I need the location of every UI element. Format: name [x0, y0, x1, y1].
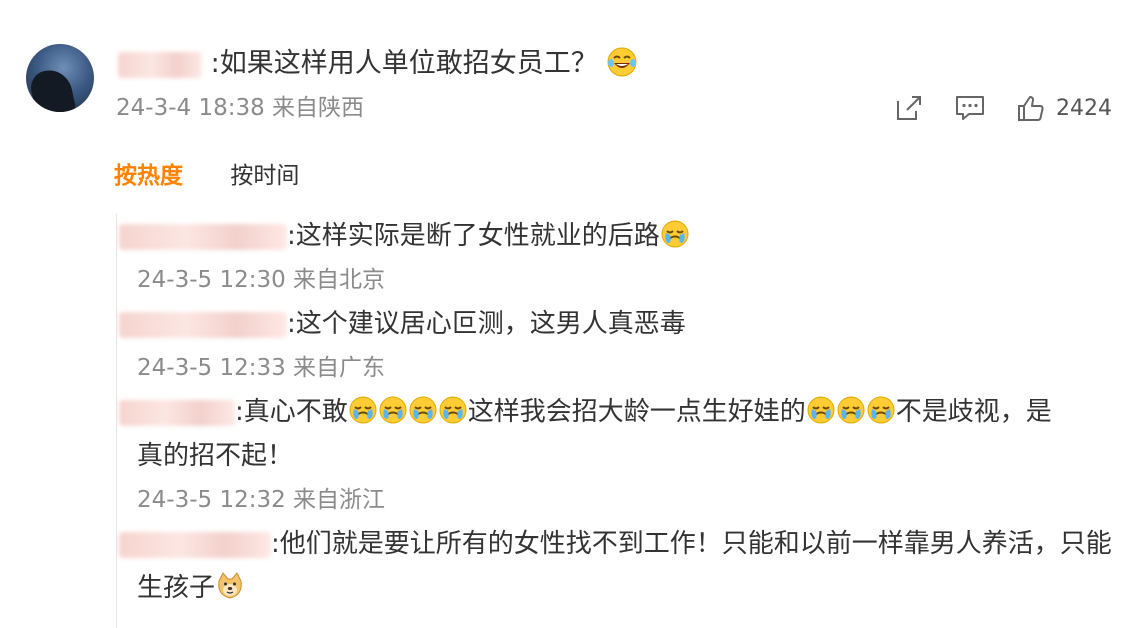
username-redacted[interactable]	[118, 51, 202, 78]
like-count: 2424	[1056, 95, 1112, 121]
cry-emoji-icon	[837, 396, 865, 424]
sort-tabs: 按热度 按时间	[114, 156, 299, 196]
reply-text-continued: 这样我会招大龄一点生好娃的	[467, 397, 806, 427]
thumbs-up-icon	[1018, 96, 1044, 121]
list-item: :这样实际是断了女性就业的后路 24-3-5 12:30 来自北京	[119, 214, 1122, 302]
reply-line-2: 真的招不起！	[137, 441, 294, 471]
username-redacted[interactable]	[119, 311, 287, 338]
doge-emoji-icon	[218, 572, 242, 599]
reply-line: :真心不敢 这样我会招大龄一点生好娃的 不是歧视，是	[119, 390, 1122, 434]
post-meta: 24-3-4 18:38 来自陕西	[116, 95, 365, 121]
reply-line: :这样实际是断了女性就业的后路	[119, 214, 1122, 258]
laugh-cry-emoji-icon	[607, 47, 637, 77]
reply-line: :这个建议居心叵测，这男人真恶毒	[119, 302, 1122, 346]
avatar-silhouette	[27, 66, 77, 112]
reply-text: :这样实际是断了女性就业的后路	[287, 221, 660, 251]
cry-emoji-icon	[867, 396, 895, 424]
tab-by-time[interactable]: 按时间	[230, 163, 299, 189]
reply-meta: 24-3-5 12:30 来自北京	[137, 267, 386, 293]
tab-by-hotness[interactable]: 按热度	[114, 163, 183, 189]
cry-emoji-icon	[409, 396, 437, 424]
username-redacted[interactable]	[119, 531, 271, 558]
share-button[interactable]	[894, 93, 924, 123]
reply-list: :这样实际是断了女性就业的后路 24-3-5 12:30 来自北京 :这个建议居…	[116, 214, 1122, 628]
list-item: :他们就是要让所有的女性找不到工作！只能和以前一样靠男人养活，只能 生孩子	[119, 522, 1122, 610]
reply-text: :这个建议居心叵测，这男人真恶毒	[287, 309, 686, 339]
post-actions: 2424	[864, 88, 1112, 128]
comment-button[interactable]	[954, 93, 986, 123]
cry-emoji-icon	[807, 396, 835, 424]
cry-emoji-icon	[349, 396, 377, 424]
username-redacted[interactable]	[119, 399, 235, 426]
list-item: :这个建议居心叵测，这男人真恶毒 24-3-5 12:33 来自广东	[119, 302, 1122, 390]
avatar[interactable]	[26, 44, 94, 112]
cry-emoji-icon	[379, 396, 407, 424]
share-icon	[897, 96, 921, 120]
username-redacted[interactable]	[119, 223, 287, 250]
post-line: :如果这样用人单位敢招女员工？	[118, 42, 638, 86]
list-item: :真心不敢 这样我会招大龄一点生好娃的 不是歧视，是 真的招不起！ 24-3-5 1…	[119, 390, 1122, 522]
reply-text-continued: 生孩子	[137, 573, 216, 603]
reply-text-end: 不是歧视，是	[895, 397, 1052, 427]
reply-text: :他们就是要让所有的女性找不到工作！只能和以前一样靠男人养活，只能	[271, 529, 1112, 559]
like-button[interactable]: 2424	[1016, 93, 1112, 123]
reply-line: :他们就是要让所有的女性找不到工作！只能和以前一样靠男人养活，只能	[119, 522, 1122, 566]
reply-meta: 24-3-5 12:33 来自广东	[137, 355, 386, 381]
post-text: :如果这样用人单位敢招女员工？	[210, 48, 598, 79]
comment-icon	[956, 96, 984, 120]
cry-emoji-icon	[661, 220, 689, 248]
reply-line-2: 生孩子	[119, 566, 1122, 610]
reply-text: :真心不敢	[235, 397, 348, 427]
cry-emoji-icon	[439, 396, 467, 424]
reply-meta: 24-3-5 12:32 来自浙江	[137, 487, 386, 513]
